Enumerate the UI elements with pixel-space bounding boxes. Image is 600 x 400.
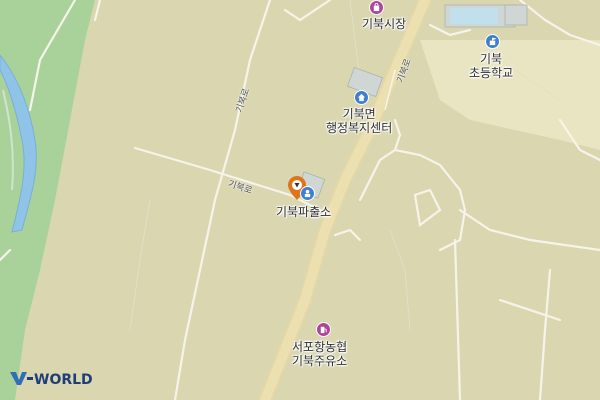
school-icon[interactable] (485, 34, 500, 49)
poi-label-school[interactable]: 기북 초등학교 (469, 52, 513, 80)
poi-label-welfare-center[interactable]: 기북면 행정복지센터 (326, 107, 392, 135)
map-canvas[interactable]: 기북로 기북로 기북로 기북시장 기북 초등학교 기북면 행정복지센터 기북파출… (0, 0, 600, 400)
gas-station-icon[interactable] (316, 322, 331, 337)
shopping-bag-icon[interactable] (369, 0, 384, 15)
police-icon[interactable] (300, 186, 315, 201)
public-office-icon[interactable] (354, 90, 369, 105)
poi-label-gas-station[interactable]: 서포항농협 기북주유소 (292, 340, 347, 368)
poi-label-market[interactable]: 기북시장 (362, 17, 406, 31)
logo-text: WORLD (34, 372, 93, 387)
school-building-roof (450, 8, 498, 24)
vworld-logo-icon: WORLD (10, 372, 93, 387)
poi-label-police[interactable]: 기북파출소 (276, 205, 331, 219)
